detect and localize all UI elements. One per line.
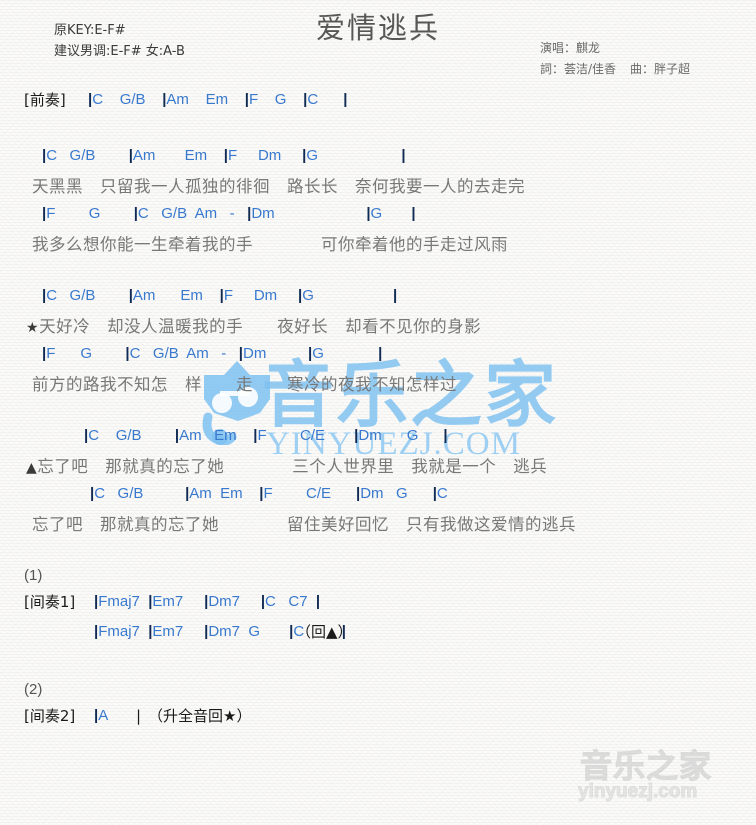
credit-singer: 演唱：麒龙: [540, 41, 601, 55]
bar-line: |: [125, 345, 130, 362]
verse2-lyric-line-1: ★天好冷 却没人温暖我的手 夜好长 却看不见你的身影: [26, 317, 482, 336]
corner-watermark-en: yinyuezj.com: [577, 781, 698, 802]
bar-line: |: [297, 287, 303, 304]
bar-line: |: [223, 147, 228, 164]
section-label-interlude1: [间奏1]: [24, 593, 76, 611]
bar-line: |: [148, 623, 153, 640]
bar-line: |: [94, 593, 99, 610]
bar-line: |: [393, 287, 398, 304]
interlude2-repeat-note: （升全音回★）: [148, 707, 252, 725]
verse1-chord-line-1: |C G/B |Am Em |F Dm |G |: [42, 147, 406, 164]
verse1-lyric-line-2: 我多么想你能一生牵着我的手 可你牵着他的手走过风雨: [32, 235, 508, 254]
bar-line: |: [247, 205, 252, 222]
bar-line: |: [238, 345, 243, 362]
bar-line: |: [174, 427, 180, 444]
verse1-chord-line-2: |F G |C G/B Am - |Dm |G |: [42, 205, 416, 222]
bar-line: |: [84, 427, 89, 444]
corner-watermark-cn: 音乐之家: [579, 747, 713, 785]
chorus2-lyric-line: 忘了吧 那就真的忘了她 留住美好回忆 只有我做这爱情的逃兵: [32, 515, 576, 534]
bar-line: |: [94, 707, 99, 724]
bar-line: |: [128, 147, 133, 164]
bar-line: |: [204, 623, 209, 640]
bar-line: |: [289, 623, 294, 640]
bar-line: |: [148, 593, 153, 610]
section-label-interlude2: [间奏2]: [24, 707, 76, 725]
interlude1-chord-line-1: |Fmaj7 |Em7 |Dm7 |C C7 |: [94, 593, 321, 610]
bar-line: |: [315, 593, 321, 610]
interlude1-repeat-note: （回▲）: [296, 623, 353, 641]
section-marker: ▲: [26, 460, 38, 476]
verse2-chord-line-1: |C G/B |Am Em |F Dm |G |: [42, 287, 398, 304]
bar-line: |: [244, 91, 249, 108]
bar-line: |: [42, 345, 47, 362]
credit-writer-composer: 詞：荟洁/佳香 曲：胖子超: [540, 59, 690, 80]
bar-line: |: [90, 485, 95, 502]
bar-line: |: [443, 427, 448, 444]
interlude1-number: (1): [24, 567, 43, 584]
interlude2-bar: |: [136, 707, 142, 725]
verse1-lyric-line-1: 天黑黑 只留我一人孤独的徘徊 路长长 奈何我要一人的去走完: [32, 177, 525, 196]
credits: 演唱：麒龙 詞：荟洁/佳香 曲：胖子超: [540, 38, 690, 80]
interlude2-number: (2): [24, 681, 43, 698]
bar-line: |: [88, 91, 93, 108]
credit-lyricist: 詞：荟洁/佳香: [540, 62, 617, 76]
bar-line: |: [162, 91, 167, 108]
bar-line: |: [354, 427, 359, 444]
bar-line: |: [260, 593, 266, 610]
bar-line: |: [253, 427, 258, 444]
section-marker: ★: [26, 320, 40, 336]
bar-line: |: [378, 345, 383, 362]
bar-line: |: [356, 485, 361, 502]
verse2-chord-line-2: |F G |C G/B Am - |Dm |G |: [42, 345, 383, 362]
bar-line: |: [303, 91, 308, 108]
interlude2-chord-line: |A: [94, 707, 109, 724]
corner-watermark: 音乐之家 yinyuezj.com: [574, 749, 734, 807]
bar-line: |: [411, 205, 416, 222]
bar-line: |: [302, 147, 307, 164]
credit-composer: 曲：胖子超: [630, 62, 691, 76]
bar-line: |: [219, 287, 224, 304]
bar-line: |: [308, 345, 313, 362]
bar-line: |: [42, 287, 47, 304]
prelude-chords: |C G/B |Am Em |F G |C |: [88, 91, 348, 108]
chorus1-lyric-line: ▲忘了吧 那就真的忘了她 三个人世界里 我就是一个 逃兵: [26, 457, 548, 476]
bar-line: |: [204, 593, 209, 610]
bar-line: |: [133, 205, 138, 222]
center-watermark: 音乐之家 YINYUEZJ.COM: [198, 355, 558, 465]
chorus2-chord-line: |C G/B |Am Em |F C/E |Dm G |C: [90, 485, 448, 502]
bar-line: |: [259, 485, 264, 502]
bar-line: |: [401, 147, 406, 164]
verse2-lyric-line-2: 前方的路我不知怎 样 走 寒冷的夜我不知怎样过: [32, 375, 457, 394]
bar-line: |: [185, 485, 190, 502]
bar-line: |: [343, 91, 348, 108]
chorus1-chord-line: |C G/B |Am Em |F C/E |Dm G |: [84, 427, 448, 444]
bar-line: |: [432, 485, 437, 502]
bar-line: |: [42, 147, 47, 164]
section-label-prelude: [前奏]: [24, 91, 66, 109]
bar-line: |: [128, 287, 133, 304]
bar-line: |: [366, 205, 371, 222]
bar-line: |: [94, 623, 99, 640]
bar-line: |: [42, 205, 47, 222]
